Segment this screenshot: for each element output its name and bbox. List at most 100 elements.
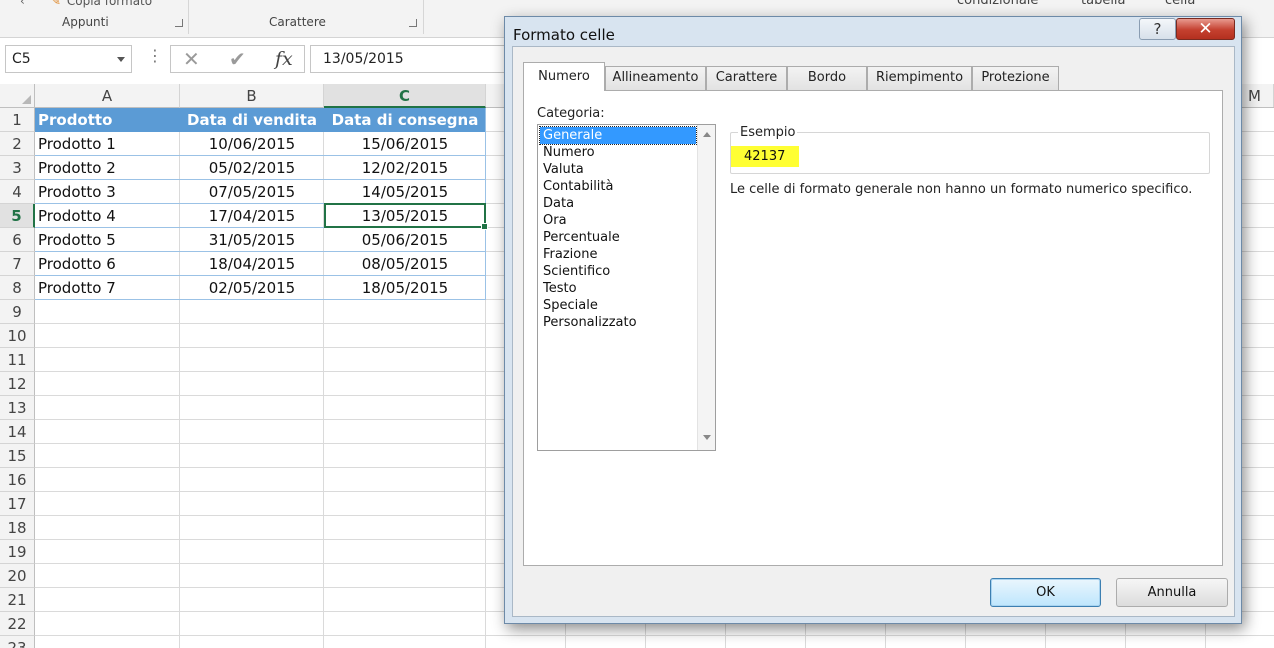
sample-value: 42137 (731, 146, 799, 167)
row-header-10[interactable]: 10 (0, 324, 35, 348)
table-cell[interactable]: Prodotto 2 (35, 156, 180, 180)
category-item[interactable]: Data (540, 195, 696, 212)
table-row-border (35, 179, 486, 180)
category-item[interactable]: Speciale (540, 297, 696, 314)
category-item[interactable]: Percentuale (540, 229, 696, 246)
format-as-table-button[interactable]: tabella (1081, 0, 1126, 8)
group-label-font: Carattere (269, 15, 326, 29)
table-row-border (35, 251, 486, 252)
table-header-cell[interactable]: Data di consegna (324, 108, 486, 132)
category-list[interactable]: Generale Numero Valuta Contabilità Data Ora Pe… (537, 124, 716, 451)
row-header-1[interactable]: 1 (0, 108, 35, 132)
column-header-a[interactable]: A (35, 84, 180, 108)
font-launcher-icon[interactable] (409, 19, 417, 27)
category-scrollbar[interactable] (697, 125, 715, 450)
table-cell[interactable]: 17/04/2015 (180, 204, 324, 228)
table-cell[interactable]: Prodotto 3 (35, 180, 180, 204)
conditional-format-button[interactable]: condizionale (957, 0, 1038, 8)
formula-input[interactable]: 13/05/2015 (310, 45, 510, 73)
insert-function-icon[interactable]: fx (275, 48, 293, 70)
row-header-5[interactable]: 5 (0, 204, 35, 228)
chevron-down-icon[interactable] (117, 57, 125, 62)
row-header-13[interactable]: 13 (0, 396, 35, 420)
row-header-9[interactable]: 9 (0, 300, 35, 324)
category-item[interactable]: Valuta (540, 161, 696, 178)
tab-allineamento[interactable]: Allineamento (605, 66, 706, 90)
dialog-body: Numero Allineamento Carattere Bordo Riem… (512, 46, 1235, 617)
category-item[interactable]: Ora (540, 212, 696, 229)
row-header-8[interactable]: 8 (0, 276, 35, 300)
cell-styles-button[interactable]: cella (1165, 0, 1195, 8)
row-header-16[interactable]: 16 (0, 468, 35, 492)
table-cell[interactable]: 05/02/2015 (180, 156, 324, 180)
table-cell[interactable]: 14/05/2015 (324, 180, 486, 204)
close-button[interactable]: ✕ (1176, 18, 1235, 40)
table-cell[interactable]: 10/06/2015 (180, 132, 324, 156)
tab-riempimento[interactable]: Riempimento (867, 66, 972, 90)
category-item[interactable]: Personalizzato (540, 314, 696, 331)
row-header-6[interactable]: 6 (0, 228, 35, 252)
row-header-4[interactable]: 4 (0, 180, 35, 204)
category-item[interactable]: Frazione (540, 246, 696, 263)
table-row-border (35, 275, 486, 276)
row-header-7[interactable]: 7 (0, 252, 35, 276)
row-header-17[interactable]: 17 (0, 492, 35, 516)
confirm-icon[interactable]: ✔ (229, 47, 246, 71)
row-header-14[interactable]: 14 (0, 420, 35, 444)
scroll-up-icon[interactable] (703, 132, 711, 137)
table-cell[interactable]: 02/05/2015 (180, 276, 324, 300)
category-item[interactable]: Numero (540, 144, 696, 161)
category-item[interactable]: Contabilità (540, 178, 696, 195)
formula-buttons: ✕ ✔ fx (170, 45, 305, 73)
cancel-button[interactable]: Annulla (1116, 578, 1228, 607)
row-header-23[interactable]: 23 (0, 636, 35, 648)
table-cell[interactable]: 12/02/2015 (324, 156, 486, 180)
name-box[interactable]: C5 (5, 45, 132, 73)
category-item[interactable]: Generale (539, 126, 697, 145)
table-cell[interactable]: 18/05/2015 (324, 276, 486, 300)
table-cell[interactable]: 18/04/2015 (180, 252, 324, 276)
tab-bordo[interactable]: Bordo (787, 66, 867, 90)
row-header-19[interactable]: 19 (0, 540, 35, 564)
table-cell[interactable]: 07/05/2015 (180, 180, 324, 204)
row-header-2[interactable]: 2 (0, 132, 35, 156)
sample-group (730, 132, 1210, 174)
group-label-clipboard: Appunti (62, 15, 109, 29)
row-header-21[interactable]: 21 (0, 588, 35, 612)
table-header-cell[interactable]: Data di vendita (180, 108, 324, 132)
sample-label: Esempio (738, 125, 798, 140)
table-cell[interactable]: Prodotto 4 (35, 204, 180, 228)
table-cell[interactable]: Prodotto 7 (35, 276, 180, 300)
table-cell[interactable]: Prodotto 5 (35, 228, 180, 252)
table-cell[interactable]: Prodotto 1 (35, 132, 180, 156)
category-item[interactable]: Scientifico (540, 263, 696, 280)
row-header-12[interactable]: 12 (0, 372, 35, 396)
help-button[interactable]: ? (1139, 18, 1176, 40)
row-header-15[interactable]: 15 (0, 444, 35, 468)
ok-button[interactable]: OK (990, 578, 1101, 607)
tab-numero[interactable]: Numero (523, 62, 605, 91)
clipboard-launcher-icon[interactable] (175, 19, 183, 27)
row-header-3[interactable]: 3 (0, 156, 35, 180)
row-header-22[interactable]: 22 (0, 612, 35, 636)
table-cell[interactable]: Prodotto 6 (35, 252, 180, 276)
tab-protezione[interactable]: Protezione (972, 66, 1059, 90)
row-header-18[interactable]: 18 (0, 516, 35, 540)
row-header-11[interactable]: 11 (0, 348, 35, 372)
column-header-b[interactable]: B (180, 84, 324, 108)
row-header-20[interactable]: 20 (0, 564, 35, 588)
table-cell[interactable]: 31/05/2015 (180, 228, 324, 252)
scroll-down-icon[interactable] (703, 435, 711, 440)
format-description: Le celle di formato generale non hanno u… (730, 182, 1193, 197)
more-options-icon[interactable]: ⋮ (147, 48, 163, 64)
column-header-c[interactable]: C (324, 84, 486, 108)
table-header-cell[interactable]: Prodotto (35, 108, 180, 132)
table-cell[interactable]: 15/06/2015 (324, 132, 486, 156)
select-all-corner[interactable] (0, 84, 35, 108)
cancel-icon[interactable]: ✕ (183, 47, 200, 71)
category-item[interactable]: Testo (540, 280, 696, 297)
tab-carattere[interactable]: Carattere (706, 66, 787, 90)
table-cell[interactable]: 08/05/2015 (324, 252, 486, 276)
table-cell[interactable]: 05/06/2015 (324, 228, 486, 252)
copy-format-button[interactable]: ‹ ✎ Copia formato (20, 0, 152, 8)
